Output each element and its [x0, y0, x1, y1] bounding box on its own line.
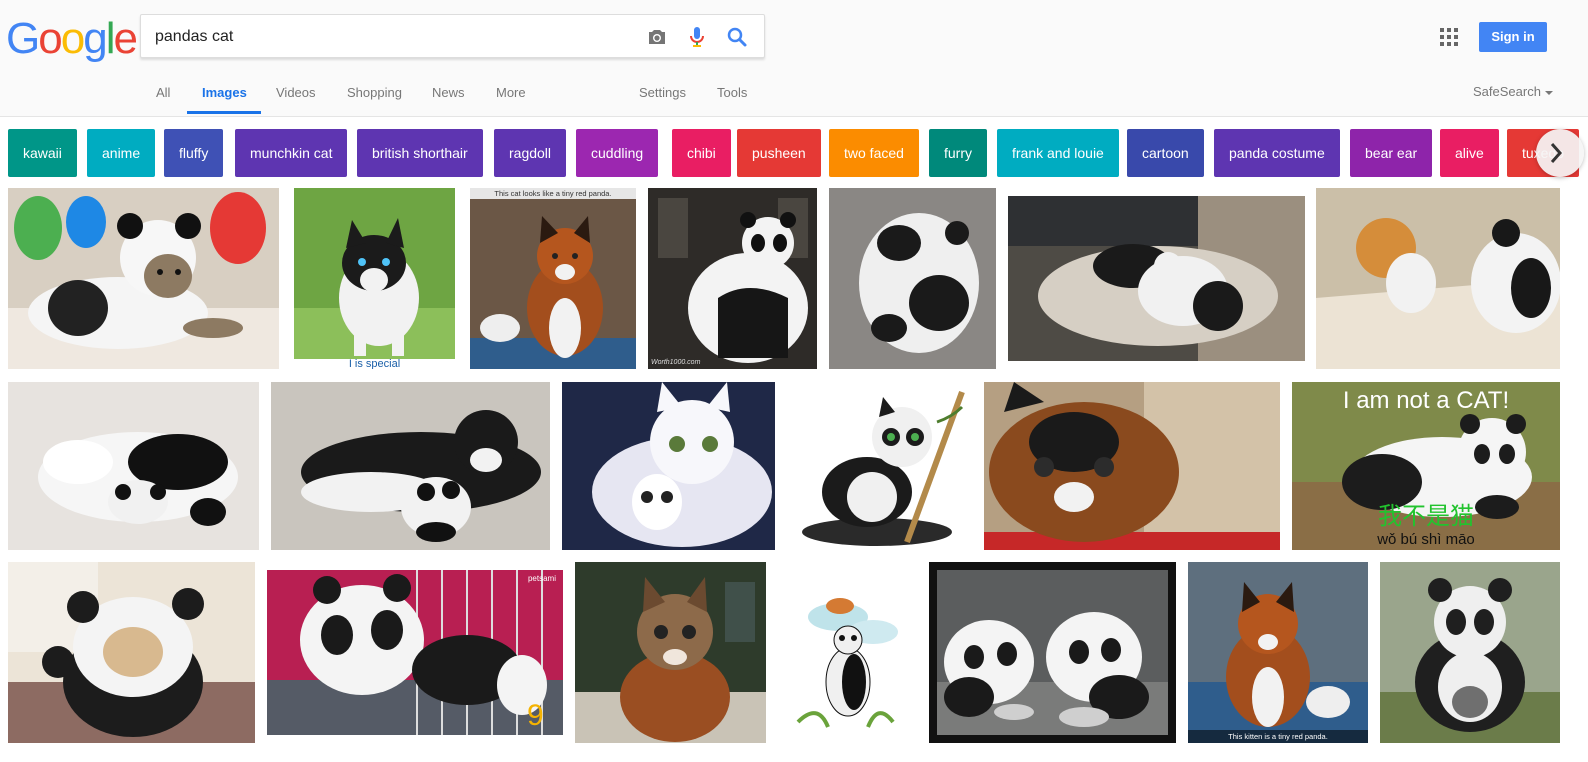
- image-result[interactable]: [575, 562, 766, 743]
- image-caption: I is special: [348, 359, 401, 369]
- image-result[interactable]: [8, 562, 255, 743]
- tab-shopping[interactable]: Shopping: [347, 70, 402, 116]
- camera-icon[interactable]: [645, 25, 669, 49]
- chip-munchkin-cat[interactable]: munchkin cat: [235, 129, 348, 177]
- search-icon[interactable]: [725, 25, 749, 49]
- image-result[interactable]: petsami 9: [267, 570, 563, 735]
- image-result[interactable]: [984, 382, 1280, 550]
- header: Google Sign in All Images Videos Shoppin…: [0, 0, 1588, 117]
- image-result[interactable]: [562, 382, 775, 550]
- chip-chibi[interactable]: chibi: [672, 129, 731, 177]
- image-result[interactable]: [1316, 188, 1560, 369]
- google-logo[interactable]: Google: [6, 14, 138, 64]
- image-result[interactable]: [8, 188, 279, 369]
- tab-images[interactable]: Images: [202, 70, 247, 116]
- chips-next-button[interactable]: [1536, 129, 1584, 177]
- active-tab-indicator: [187, 111, 261, 114]
- image-result[interactable]: [829, 188, 996, 369]
- logo-letter: G: [6, 14, 40, 63]
- image-result[interactable]: I is special: [294, 188, 455, 369]
- tab-videos[interactable]: Videos: [276, 70, 316, 116]
- apps-grid-icon[interactable]: [1439, 27, 1459, 47]
- safesearch-label: SafeSearch: [1473, 84, 1541, 99]
- chip-british-shorthair[interactable]: british shorthair: [357, 129, 483, 177]
- chip-two-faced[interactable]: two faced: [829, 129, 919, 177]
- image-result[interactable]: I am not a CAT! 我不是猫 wǒ bú shì māo: [1292, 382, 1560, 550]
- image-caption: This kitten is a tiny red panda.: [1188, 730, 1368, 743]
- image-watermark: Worth1000.com: [651, 359, 701, 366]
- image-overlay-title: I am not a CAT!: [1342, 387, 1510, 414]
- image-result[interactable]: [778, 562, 917, 743]
- search-input[interactable]: [155, 23, 635, 51]
- chip-furry[interactable]: furry: [929, 129, 987, 177]
- logo-letter: o: [38, 14, 63, 63]
- sign-in-button[interactable]: Sign in: [1479, 22, 1547, 52]
- mic-icon[interactable]: [685, 25, 709, 49]
- image-watermark: petsami: [527, 574, 556, 583]
- logo-letter: e: [113, 14, 138, 63]
- image-result[interactable]: [1380, 562, 1560, 743]
- image-result[interactable]: [1008, 196, 1305, 361]
- search-tabs: All Images Videos Shopping News More Set…: [0, 70, 1588, 116]
- logo-letter: g: [83, 14, 108, 63]
- chip-pusheen[interactable]: pusheen: [737, 129, 821, 177]
- chip-anime[interactable]: anime: [87, 129, 156, 177]
- chip-ragdoll[interactable]: ragdoll: [494, 129, 567, 177]
- image-result[interactable]: This cat looks like a tiny red panda.: [470, 188, 636, 369]
- image-result[interactable]: [929, 562, 1176, 743]
- chip-cuddling[interactable]: cuddling: [576, 129, 659, 177]
- search-box: [140, 14, 765, 58]
- image-result[interactable]: This kitten is a tiny red panda.: [1188, 562, 1368, 743]
- caret-down-icon: [1544, 90, 1553, 95]
- logo-letter: o: [60, 14, 86, 63]
- image-overlay-chinese: 我不是猫: [1378, 502, 1474, 530]
- tools-link[interactable]: Tools: [717, 70, 747, 116]
- chip-alive[interactable]: alive: [1440, 129, 1499, 177]
- chip-panda-costume[interactable]: panda costume: [1214, 129, 1340, 177]
- tab-news[interactable]: News: [432, 70, 465, 116]
- chip-bear-ear[interactable]: bear ear: [1350, 129, 1433, 177]
- image-result[interactable]: [8, 382, 259, 550]
- settings-link[interactable]: Settings: [639, 70, 686, 116]
- image-caption: This cat looks like a tiny red panda.: [494, 189, 612, 198]
- tab-all[interactable]: All: [156, 70, 170, 116]
- tab-more[interactable]: More: [496, 70, 526, 116]
- safesearch-dropdown[interactable]: SafeSearch: [1473, 70, 1553, 116]
- related-search-chips: kawaii anime fluffy munchkin cat british…: [8, 129, 1588, 177]
- image-overlay-pinyin: wǒ bú shì māo: [1377, 531, 1475, 548]
- chip-frank-and-louie[interactable]: frank and louie: [997, 129, 1119, 177]
- image-overlay-number: 9: [527, 699, 544, 732]
- image-result[interactable]: [787, 382, 972, 550]
- image-result[interactable]: [271, 382, 550, 550]
- chip-cartoon[interactable]: cartoon: [1127, 129, 1204, 177]
- image-result[interactable]: Worth1000.com: [648, 188, 817, 369]
- chevron-right-icon: [1550, 143, 1563, 163]
- chip-fluffy[interactable]: fluffy: [164, 129, 224, 177]
- chip-kawaii[interactable]: kawaii: [8, 129, 77, 177]
